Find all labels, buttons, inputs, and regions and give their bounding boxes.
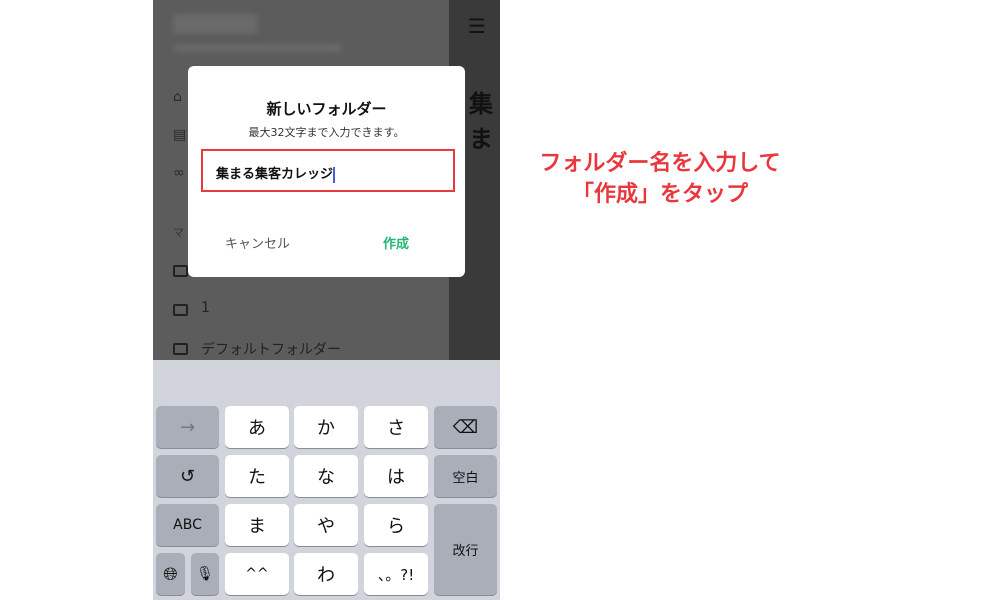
- key[interactable]: さ: [364, 406, 428, 448]
- page-title: 集ま: [469, 90, 493, 153]
- folder-icon[interactable]: [173, 265, 188, 277]
- document-icon[interactable]: ▤: [173, 127, 189, 143]
- globe-icon[interactable]: 🌐︎: [156, 553, 185, 595]
- space-key[interactable]: 空白: [434, 455, 497, 497]
- folder-icon[interactable]: [173, 304, 188, 316]
- enter-key[interactable]: 改行: [434, 504, 497, 595]
- key[interactable]: ^^: [225, 553, 289, 595]
- arrow-key[interactable]: →: [156, 406, 219, 448]
- key[interactable]: な: [294, 455, 358, 497]
- hamburger-icon[interactable]: ☰: [468, 14, 486, 38]
- key[interactable]: あ: [225, 406, 289, 448]
- section-label: マ: [173, 226, 184, 239]
- phone-screen: ⌂ ▤ ∞ マ 1 デフォルトフォルダー ☰ 集ま 新しいフォルダー 最大32文…: [153, 0, 500, 600]
- undo-key[interactable]: ↺: [156, 455, 219, 497]
- text-caret: [333, 166, 336, 183]
- key[interactable]: は: [364, 455, 428, 497]
- key[interactable]: 、。?!: [364, 553, 428, 595]
- dialog-subtitle: 最大32文字まで入力できます。: [248, 126, 405, 139]
- input-value: 集まる集客カレッジ: [216, 167, 334, 182]
- link-icon[interactable]: ∞: [173, 165, 189, 181]
- home-icon[interactable]: ⌂: [173, 89, 189, 105]
- new-folder-dialog: 新しいフォルダー 最大32文字まで入力できます。 集まる集客カレッジ キャンセル…: [188, 66, 465, 277]
- annotation: フォルダー名を入力して 「作成」をタップ: [520, 148, 800, 210]
- create-button[interactable]: 作成: [383, 233, 409, 252]
- blurred-account-email: [173, 44, 343, 52]
- key[interactable]: ら: [364, 504, 428, 546]
- folder-icon[interactable]: [173, 343, 188, 355]
- cancel-button[interactable]: キャンセル: [225, 233, 290, 252]
- key[interactable]: わ: [294, 553, 358, 595]
- key[interactable]: ま: [225, 504, 289, 546]
- folder-name-input[interactable]: 集まる集客カレッジ: [201, 149, 455, 192]
- folder-item[interactable]: デフォルトフォルダー: [201, 339, 341, 359]
- folder-item[interactable]: 1: [201, 300, 210, 316]
- annotation-line: フォルダー名を入力して: [539, 151, 781, 176]
- key[interactable]: か: [294, 406, 358, 448]
- abc-key[interactable]: ABC: [156, 504, 219, 546]
- dialog-title: 新しいフォルダー: [266, 100, 387, 118]
- microphone-icon[interactable]: 🎙︎: [191, 553, 219, 595]
- key[interactable]: た: [225, 455, 289, 497]
- backspace-icon[interactable]: ⌫: [434, 406, 497, 448]
- blurred-account-name: [173, 14, 258, 34]
- key[interactable]: や: [294, 504, 358, 546]
- keyboard: → ↺ ABC 🌐︎ 🎙︎ あ か さ た な は ま や ら ^^ わ 、。?…: [153, 360, 500, 600]
- annotation-line: 「作成」をタップ: [571, 182, 748, 207]
